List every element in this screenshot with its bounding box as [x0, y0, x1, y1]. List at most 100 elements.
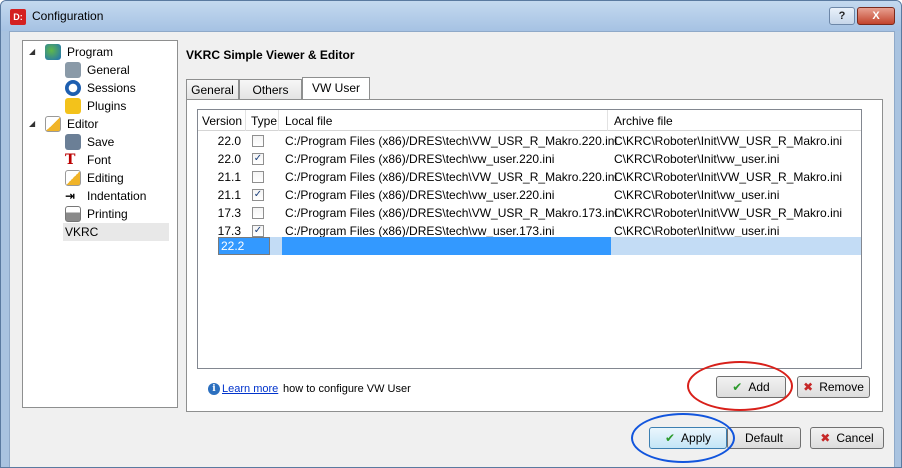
remove-x-icon: ✖	[803, 380, 814, 394]
table-row[interactable]: 21.1 C:/Program Files (x86)/DRES\tech\VW…	[198, 168, 861, 186]
table-row[interactable]: 22.0 C:/Program Files (x86)/DRES\tech\VW…	[198, 132, 861, 150]
new-row-editor[interactable]	[218, 237, 861, 255]
tree-item-vkrc[interactable]: VKRC	[63, 223, 169, 241]
type-checkbox[interactable]: ✓	[252, 153, 264, 165]
close-button[interactable]: X	[857, 7, 895, 25]
configuration-window: D: Configuration ? X ◢ Program General S…	[0, 0, 902, 468]
app-icon: D:	[10, 9, 26, 25]
tree-item-label: Plugins	[87, 99, 127, 113]
tab-vw-user[interactable]: VW User	[302, 77, 370, 100]
type-checkbox[interactable]: ✓	[252, 189, 264, 201]
archive-file-cell: C\KRC\Roboter\Init\vw_user.ini	[614, 188, 780, 202]
cancel-button-label: Cancel	[836, 431, 874, 445]
table-row[interactable]: 21.1 ✓ C:/Program Files (x86)/DRES\tech\…	[198, 186, 861, 204]
table-header: Version Type Local file Archive file	[198, 110, 861, 131]
column-header-local-file[interactable]: Local file	[285, 114, 332, 128]
local-file-cell: C:/Program Files (x86)/DRES\tech\VW_USR_…	[285, 170, 618, 184]
column-separator[interactable]	[278, 110, 279, 131]
check-icon: ✔	[664, 431, 676, 445]
collapse-icon[interactable]: ◢	[29, 115, 39, 133]
help-text: how to configure VW User	[283, 383, 411, 395]
row-selection-highlight	[282, 237, 611, 255]
learn-more-link[interactable]: Learn more	[222, 383, 278, 395]
column-separator[interactable]	[245, 110, 246, 131]
tree-item-label: Program	[67, 45, 114, 59]
apply-button[interactable]: ✔ Apply	[649, 427, 727, 449]
table-row[interactable]: 17.3 C:/Program Files (x86)/DRES\tech\VW…	[198, 204, 861, 222]
tree-item-program[interactable]: ◢ Program	[29, 43, 169, 61]
local-file-cell: C:/Program Files (x86)/DRES\tech\vw_user…	[285, 152, 555, 166]
dialog-body: ◢ Program General Sessions Plugins ◢ Edi…	[9, 31, 895, 467]
local-file-cell: C:/Program Files (x86)/DRES\tech\vw_user…	[285, 188, 555, 202]
column-separator[interactable]	[607, 110, 608, 131]
type-checkbox[interactable]	[252, 207, 264, 219]
tree-item-label: Editing	[87, 171, 124, 185]
table-row[interactable]: 22.0 ✓ C:/Program Files (x86)/DRES\tech\…	[198, 150, 861, 168]
tree-item-save[interactable]: Save	[43, 133, 163, 151]
cancel-x-icon: ✖	[820, 431, 831, 445]
version-cell: 17.3	[217, 206, 241, 220]
column-header-archive-file[interactable]: Archive file	[614, 114, 673, 128]
type-checkbox[interactable]	[252, 135, 264, 147]
pencil-page-icon	[45, 116, 61, 132]
archive-file-cell: C\KRC\Roboter\Init\VW_USR_R_Makro.ini	[614, 170, 843, 184]
tab-others[interactable]: Others	[239, 79, 302, 100]
tab-general[interactable]: General	[186, 79, 239, 100]
clock-icon	[65, 80, 81, 96]
tree-item-sessions[interactable]: Sessions	[43, 79, 163, 97]
remove-button[interactable]: ✖ Remove	[797, 376, 870, 398]
title-bar[interactable]: D: Configuration ? X	[1, 1, 901, 31]
tree-item-editing[interactable]: Editing	[43, 169, 163, 187]
page-title: VKRC Simple Viewer & Editor	[186, 48, 355, 62]
floppy-icon	[65, 134, 81, 150]
tree-item-label: General	[87, 63, 130, 77]
tree-item-label: Font	[87, 153, 112, 167]
indent-icon: ⇥	[65, 189, 76, 203]
tree-item-label: Save	[87, 135, 115, 149]
tree-item-font[interactable]: T Font	[43, 151, 163, 169]
settings-tree[interactable]: ◢ Program General Sessions Plugins ◢ Edi…	[22, 40, 178, 408]
edit-page-icon	[65, 170, 81, 186]
local-file-cell: C:/Program Files (x86)/DRES\tech\VW_USR_…	[285, 134, 618, 148]
add-button-label: Add	[748, 380, 770, 394]
cancel-button[interactable]: ✖ Cancel	[810, 427, 884, 449]
tree-item-label: Editor	[67, 117, 99, 131]
info-icon: i	[208, 383, 220, 395]
archive-file-cell: C\KRC\Roboter\Init\VW_USR_R_Makro.ini	[614, 134, 843, 148]
default-button[interactable]: Default	[727, 427, 801, 449]
version-cell: 21.1	[217, 188, 241, 202]
check-icon: ✔	[732, 380, 743, 394]
tree-item-label: Sessions	[87, 81, 136, 95]
printer-icon	[65, 206, 81, 222]
type-checkbox[interactable]: ✓	[252, 225, 264, 237]
vw-user-table[interactable]: Version Type Local file Archive file 22.…	[197, 109, 862, 369]
tree-item-label: Indentation	[87, 189, 147, 203]
column-header-version[interactable]: Version	[202, 114, 242, 128]
apply-button-label: Apply	[681, 431, 712, 445]
plugin-icon	[65, 98, 81, 114]
archive-file-cell: C\KRC\Roboter\Init\vw_user.ini	[614, 152, 780, 166]
help-button[interactable]: ?	[829, 7, 855, 25]
tree-item-general[interactable]: General	[43, 61, 163, 79]
tree-item-editor[interactable]: ◢ Editor	[29, 115, 169, 133]
version-edit-field[interactable]	[218, 237, 270, 255]
local-file-cell: C:/Program Files (x86)/DRES\tech\VW_USR_…	[285, 206, 618, 220]
column-header-type[interactable]: Type	[251, 114, 277, 128]
font-icon: T	[65, 152, 76, 168]
tree-item-plugins[interactable]: Plugins	[43, 97, 163, 115]
version-cell: 22.0	[217, 134, 241, 148]
tree-item-label: Printing	[87, 207, 128, 221]
archive-file-cell: C\KRC\Roboter\Init\VW_USR_R_Makro.ini	[614, 206, 843, 220]
collapse-icon[interactable]: ◢	[29, 43, 39, 61]
window-title: Configuration	[32, 9, 104, 23]
version-cell: 22.0	[217, 152, 241, 166]
tree-item-indentation[interactable]: ⇥ Indentation	[43, 187, 163, 205]
type-checkbox[interactable]	[252, 171, 264, 183]
tree-item-label: VKRC	[65, 225, 99, 239]
version-cell: 21.1	[217, 170, 241, 184]
wrench-icon	[65, 62, 81, 78]
program-icon	[45, 44, 61, 60]
add-button[interactable]: ✔ Add	[716, 376, 786, 398]
tree-item-printing[interactable]: Printing	[43, 205, 163, 223]
vw-user-tab-page: Version Type Local file Archive file 22.…	[186, 99, 883, 412]
